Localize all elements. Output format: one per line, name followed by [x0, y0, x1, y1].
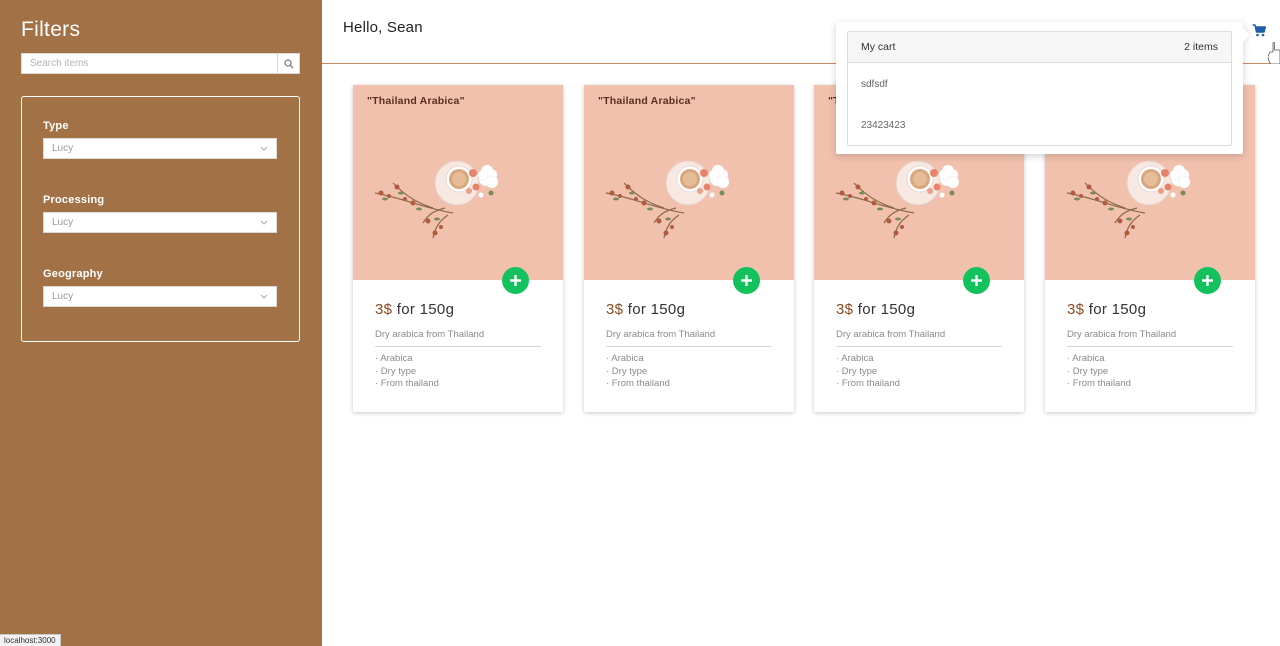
filter-processing-label: Processing [43, 194, 105, 206]
search-button[interactable] [277, 54, 299, 73]
plus-icon [971, 275, 982, 286]
feature-item: · From thailand [1067, 378, 1131, 390]
search-input[interactable] [22, 54, 277, 73]
price-unit: for 150g [392, 301, 455, 318]
search-icon [283, 58, 293, 68]
cart-dropdown: My cart 2 items sdfsdf 23423423 [836, 22, 1243, 154]
price-unit: for 150g [623, 301, 686, 318]
product-price: 3$ for 150g [836, 301, 915, 318]
feature-item: · From thailand [836, 378, 900, 390]
product-price: 3$ for 150g [606, 301, 685, 318]
chevron-down-icon [260, 146, 268, 151]
price-amount: 3$ [375, 301, 393, 318]
feature-item: · Arabica [1067, 353, 1105, 364]
filter-geography-select[interactable]: Lucy [43, 286, 277, 307]
feature-item: · Dry type [1067, 365, 1109, 377]
filter-geography: Geography Lucy [43, 268, 277, 307]
product-description: Dry arabica from Thailand [606, 329, 716, 340]
shopping-cart-icon[interactable] [1252, 24, 1267, 42]
product-description: Dry arabica from Thailand [836, 329, 946, 340]
feature-item: · Arabica [836, 353, 874, 364]
filter-processing: Processing Lucy [43, 194, 277, 233]
product-description: Dry arabica from Thailand [1067, 329, 1177, 340]
chevron-down-icon [260, 220, 268, 225]
product-price: 3$ for 150g [1067, 301, 1146, 318]
product-image-title: "Thailand Arabica" [598, 95, 696, 107]
cart-title: My cart [861, 41, 896, 53]
product-image-title: "Thailand Arabica" [367, 95, 465, 107]
cart-panel: My cart 2 items sdfsdf 23423423 [847, 31, 1232, 146]
filter-panel: Type Lucy Processing Lucy Geography Lucy [21, 96, 300, 342]
product-features: · Arabica · Dry type · From thailand [375, 353, 439, 391]
feature-item: · Arabica [606, 353, 644, 364]
cart-header: My cart 2 items [848, 32, 1231, 63]
product-card[interactable]: "Thailand Arabica" 3$ for 150g Dry arabi… [584, 85, 794, 412]
coffee-cup-illustration [835, 160, 960, 239]
greeting: Hello, Sean [343, 19, 423, 36]
feature-item: · From thailand [375, 378, 439, 390]
divider [606, 346, 772, 347]
add-to-cart-button[interactable] [1194, 267, 1221, 294]
feature-item: · Dry type [375, 365, 417, 377]
filter-type-select[interactable]: Lucy [43, 138, 277, 159]
product-features: · Arabica · Dry type · From thailand [1067, 353, 1131, 391]
filter-geography-value: Lucy [52, 291, 74, 302]
price-unit: for 150g [1084, 301, 1147, 318]
plus-icon [510, 275, 521, 286]
add-to-cart-button[interactable] [733, 267, 760, 294]
product-features: · Arabica · Dry type · From thailand [606, 353, 670, 391]
feature-item: · Dry type [606, 365, 648, 377]
price-amount: 3$ [836, 301, 854, 318]
sidebar-title: Filters [21, 18, 81, 41]
filter-type-label: Type [43, 120, 69, 132]
cart-item[interactable]: 23423423 [861, 120, 906, 131]
price-amount: 3$ [1067, 301, 1085, 318]
filter-type-value: Lucy [52, 143, 74, 154]
status-url: localhost:3000 [0, 634, 61, 646]
hand-cursor-icon [1267, 42, 1280, 69]
feature-item: · From thailand [606, 378, 670, 390]
filter-processing-value: Lucy [52, 217, 74, 228]
add-to-cart-button[interactable] [963, 267, 990, 294]
divider [375, 346, 541, 347]
product-features: · Arabica · Dry type · From thailand [836, 353, 900, 391]
product-description: Dry arabica from Thailand [375, 329, 485, 340]
search-box [21, 53, 300, 74]
coffee-cup-illustration [374, 160, 499, 239]
chevron-down-icon [260, 294, 268, 299]
filter-geography-label: Geography [43, 268, 103, 280]
add-to-cart-button[interactable] [502, 267, 529, 294]
divider [836, 346, 1002, 347]
coffee-cup-illustration [605, 160, 730, 239]
coffee-cup-illustration [1066, 160, 1191, 239]
product-price: 3$ for 150g [375, 301, 454, 318]
product-card[interactable]: "Thailand Arabica" 3$ for 150g Dry arabi… [353, 85, 563, 412]
plus-icon [1202, 275, 1213, 286]
plus-icon [741, 275, 752, 286]
price-unit: for 150g [853, 301, 916, 318]
product-image: "Thailand Arabica" [584, 85, 794, 280]
divider [1067, 346, 1233, 347]
filter-type: Type Lucy [43, 120, 277, 159]
filters-sidebar: Filters Type Lucy Processing Lucy Geo [0, 0, 322, 646]
cart-item[interactable]: sdfsdf [861, 79, 888, 90]
feature-item: · Dry type [836, 365, 878, 377]
cart-count: 2 items [1184, 41, 1218, 53]
filter-processing-select[interactable]: Lucy [43, 212, 277, 233]
feature-item: · Arabica [375, 353, 413, 364]
product-image: "Thailand Arabica" [353, 85, 563, 280]
price-amount: 3$ [606, 301, 624, 318]
